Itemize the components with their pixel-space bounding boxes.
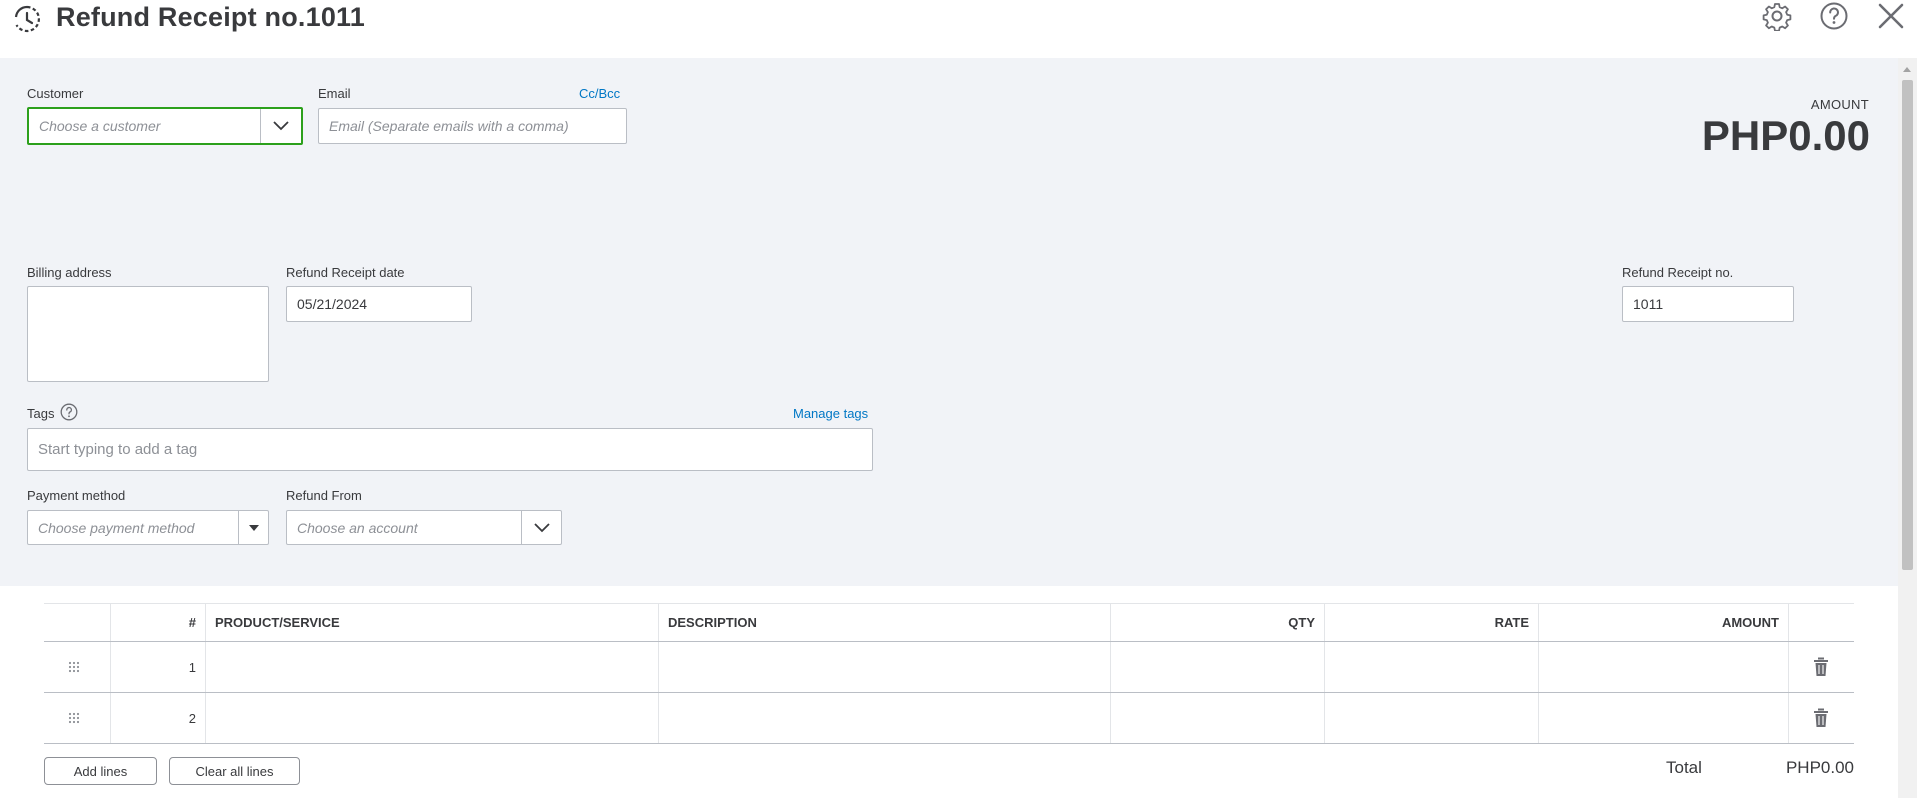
column-header-rate: RATE — [1324, 604, 1538, 641]
table-header-row: # PRODUCT/SERVICE DESCRIPTION QTY RATE A… — [44, 603, 1854, 642]
column-header-number: # — [110, 604, 205, 641]
refund-from-select[interactable]: Choose an account — [286, 510, 562, 545]
table-row[interactable]: 2 — [44, 693, 1854, 744]
total-value: PHP0.00 — [1785, 758, 1854, 777]
amount-label: AMOUNT — [1810, 97, 1869, 112]
amount-cell[interactable] — [1538, 642, 1788, 692]
refund-no-field[interactable]: 1011 — [1622, 286, 1794, 322]
refund-no-label: Refund Receipt no. — [1622, 265, 1734, 280]
help-icon[interactable] — [60, 403, 78, 421]
billing-address-field[interactable] — [27, 286, 269, 382]
drag-handle-icon[interactable] — [68, 661, 80, 673]
add-lines-button[interactable]: Add lines — [44, 757, 157, 785]
scrollbar-thumb[interactable] — [1902, 80, 1913, 570]
table-row[interactable]: 1 — [44, 642, 1854, 693]
trash-icon[interactable] — [1812, 708, 1830, 728]
refund-from-dropdown-button[interactable] — [521, 511, 561, 544]
refund-from-placeholder: Choose an account — [297, 519, 418, 536]
qty-cell[interactable] — [1110, 693, 1324, 743]
close-icon[interactable] — [1875, 0, 1907, 32]
row-number: 2 — [110, 693, 205, 743]
total-label: Total — [1666, 758, 1702, 777]
payment-method-placeholder: Choose payment method — [38, 519, 195, 536]
product-service-cell[interactable] — [205, 642, 658, 692]
drag-handle-icon[interactable] — [68, 712, 80, 724]
column-header-product-service: PRODUCT/SERVICE — [205, 604, 658, 641]
chevron-down-icon — [533, 522, 550, 532]
trash-icon[interactable] — [1812, 657, 1830, 677]
manage-tags-link[interactable]: Manage tags — [793, 406, 868, 421]
qty-cell[interactable] — [1110, 642, 1324, 692]
customer-label: Customer — [27, 86, 84, 101]
chevron-down-icon — [273, 121, 289, 131]
customer-select[interactable]: Choose a customer — [27, 107, 303, 145]
caret-down-icon — [248, 524, 259, 531]
description-cell[interactable] — [658, 693, 1110, 743]
column-header-actions — [1788, 604, 1854, 641]
row-number: 1 — [110, 642, 205, 692]
column-header-description: DESCRIPTION — [658, 604, 1110, 641]
cc-bcc-link[interactable]: Cc/Bcc — [579, 86, 620, 101]
refund-no-value: 1011 — [1633, 296, 1664, 312]
header: Refund Receipt no.1011 — [0, 0, 1917, 58]
product-service-cell[interactable] — [205, 693, 658, 743]
payment-method-select[interactable]: Choose payment method — [27, 510, 269, 545]
scrollbar[interactable] — [1898, 58, 1917, 798]
amount-value: PHP0.00 — [1701, 112, 1870, 159]
history-icon[interactable] — [12, 4, 42, 34]
tags-input[interactable]: Start typing to add a tag — [27, 428, 873, 471]
description-cell[interactable] — [658, 642, 1110, 692]
clear-all-lines-button[interactable]: Clear all lines — [169, 757, 300, 785]
gear-icon[interactable] — [1761, 0, 1793, 32]
email-placeholder: Email (Separate emails with a comma) — [329, 118, 569, 134]
email-label: Email — [318, 86, 351, 101]
column-header-amount: AMOUNT — [1538, 604, 1788, 641]
refund-date-field[interactable]: 05/21/2024 — [286, 286, 472, 322]
help-icon[interactable] — [1818, 0, 1850, 32]
tags-label: Tags — [27, 406, 55, 421]
customer-placeholder: Choose a customer — [39, 118, 161, 134]
column-header-qty: QTY — [1110, 604, 1324, 641]
refund-date-label: Refund Receipt date — [286, 265, 405, 280]
email-field[interactable]: Email (Separate emails with a comma) — [318, 108, 627, 144]
billing-address-label: Billing address — [27, 265, 112, 280]
customer-dropdown-button[interactable] — [260, 109, 301, 143]
rate-cell[interactable] — [1324, 693, 1538, 743]
page-title: Refund Receipt no.1011 — [56, 2, 365, 32]
amount-cell[interactable] — [1538, 693, 1788, 743]
payment-method-dropdown-button[interactable] — [238, 511, 268, 544]
tags-placeholder: Start typing to add a tag — [38, 441, 198, 458]
rate-cell[interactable] — [1324, 642, 1538, 692]
refund-from-label: Refund From — [286, 488, 362, 503]
refund-date-value: 05/21/2024 — [297, 296, 368, 312]
payment-method-label: Payment method — [27, 488, 126, 503]
scroll-up-arrow[interactable] — [1903, 67, 1911, 72]
